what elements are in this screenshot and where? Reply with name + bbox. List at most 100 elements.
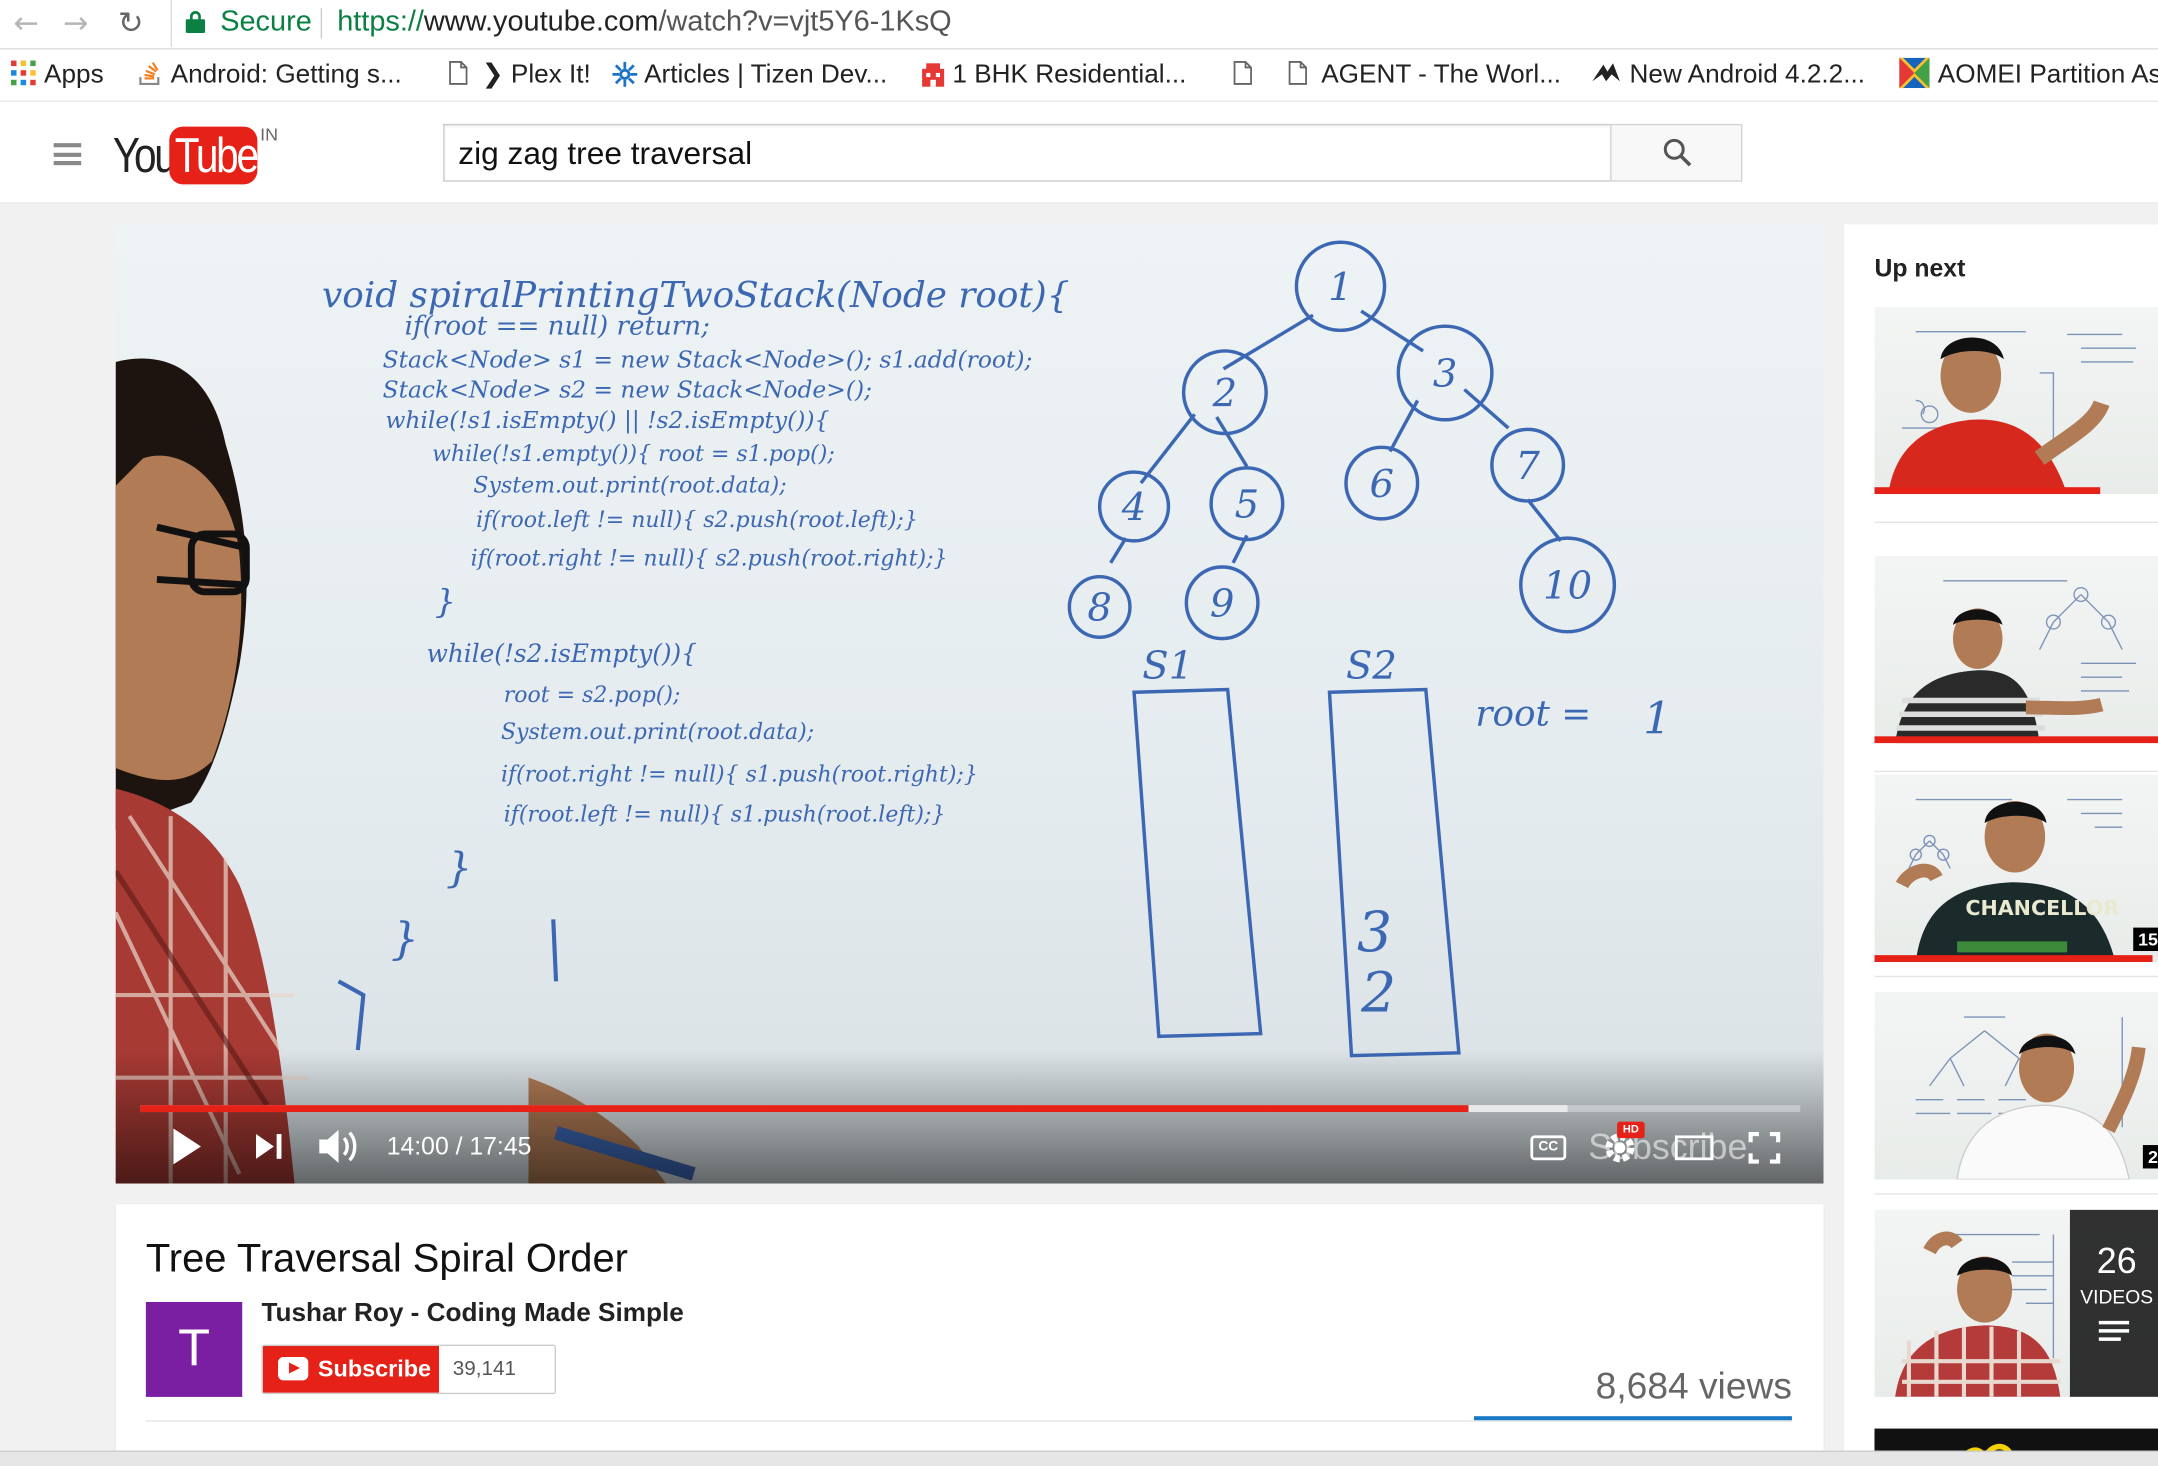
tree-node-label: 8 — [1087, 586, 1112, 631]
address-bar[interactable]: Secure https://www.youtube.com/watch?v=v… — [170, 0, 2158, 47]
up-next-heading: Up next — [1874, 254, 1966, 283]
secure-label: Secure — [220, 5, 312, 38]
info-divider — [145, 1420, 1792, 1422]
stack2-item: 3 — [1357, 900, 1392, 964]
search-input[interactable]: zig zag tree traversal — [443, 123, 1611, 182]
next-button[interactable] — [253, 1122, 286, 1172]
logo-you-text: You — [112, 126, 177, 184]
channel-avatar[interactable]: T — [145, 1301, 243, 1397]
document-icon — [449, 61, 474, 86]
bookmark-android-getting-started[interactable]: Android: Getting s... — [138, 59, 402, 92]
back-arrow-icon[interactable]: ← — [8, 7, 44, 43]
watched-progress — [1874, 955, 2152, 963]
apps-grid-icon — [11, 60, 36, 86]
bookmark-1bhk-residential[interactable]: 1 BHK Residential... — [919, 59, 1186, 92]
subscribe-text: Subscribe — [317, 1355, 432, 1382]
stack1-box — [1132, 687, 1263, 1039]
document-icon — [1233, 61, 1258, 86]
up-next-thumbnail[interactable] — [1874, 306, 2158, 495]
progress-bar[interactable] — [140, 1105, 1801, 1113]
tree-edges — [1109, 309, 1563, 564]
playlist-count: 26 — [2096, 1240, 2137, 1282]
time-display: 14:00 / 17:45 — [386, 1132, 532, 1161]
stack-labels: S1 S2 root = 1 — [1142, 644, 1671, 745]
code-line: while(!s1.empty()){ root = s1.pop(); — [432, 442, 835, 467]
channel-name-link[interactable]: Tushar Roy - Coding Made Simple — [261, 1299, 683, 1329]
bookmark-apps[interactable]: Apps — [11, 59, 104, 92]
bookmark-tizen-articles[interactable]: Articles | Tizen Dev... — [611, 59, 887, 92]
code-line: if(root.left != null){ s2.push(root.left… — [476, 508, 918, 533]
bookmark-plex-it[interactable]: ❯ Plex It! — [449, 59, 591, 92]
played-bar — [140, 1105, 1469, 1113]
aomei-icon — [1897, 55, 1932, 91]
building-icon — [919, 61, 945, 87]
reload-icon[interactable]: ↻ — [113, 7, 149, 43]
url-text[interactable]: https://www.youtube.com/watch?v=vjt5Y6-1… — [337, 6, 951, 39]
presenter-thumbnail: CHANCELLOR — [1895, 800, 2119, 963]
up-next-thumbnail[interactable]: CHANCELLOR 15 — [1874, 774, 2158, 963]
up-next-sidebar: Up next CHANCELLOR 15 2 26 VIDEOS — [1844, 224, 2158, 1466]
browser-toolbar: ← → ↻ Secure https://www.youtube.com/wat… — [0, 0, 2158, 50]
presenter-thumbnail — [1888, 337, 2110, 495]
play-button[interactable] — [171, 1122, 204, 1172]
code-line: } — [435, 581, 456, 620]
forward-arrow-icon[interactable]: → — [58, 7, 94, 43]
row-separator — [1874, 770, 2158, 773]
bird-icon — [1591, 61, 1621, 86]
code-line: while(!s1.isEmpty() || !s2.isEmpty()){ — [385, 406, 829, 435]
up-next-thumbnail[interactable] — [1874, 556, 2158, 744]
address-separator — [320, 8, 323, 39]
code-line: } — [391, 914, 419, 965]
watched-progress — [1874, 487, 2100, 495]
subscribe-button[interactable]: Subscribe 39,141 — [261, 1344, 557, 1395]
code-line: if(root.left != null){ s1.push(root.left… — [504, 803, 946, 828]
up-next-playlist-thumbnail[interactable]: 26 VIDEOS — [1874, 1209, 2158, 1397]
root-label: root = — [1475, 693, 1591, 734]
url-scheme: https:// — [337, 5, 424, 38]
root-value: 1 — [1643, 694, 1671, 745]
bookmark-new-android[interactable]: New Android 4.2.2... — [1591, 59, 1865, 92]
duration-badge: 2 — [2142, 1145, 2158, 1169]
playlist-icon — [2098, 1320, 2130, 1341]
logo-region: IN — [260, 123, 279, 145]
video-info-card: Tree Traversal Spiral Order T Tushar Roy… — [115, 1204, 1824, 1466]
tree-node-labels: 1 2 3 4 5 6 7 8 9 10 — [1087, 265, 1592, 631]
url-path: /watch?v=vjt5Y6-1KsQ — [658, 5, 952, 38]
search-button[interactable] — [1610, 123, 1743, 182]
tizen-icon — [611, 61, 638, 87]
video-player[interactable]: void spiralPrintingTwoStack(Node root){ … — [115, 224, 1824, 1184]
bookmark-label: Android: Getting s... — [170, 60, 402, 90]
play-icon — [173, 1128, 201, 1165]
bookmark-aomei-partition[interactable]: AOMEI Partition As — [1897, 55, 2158, 92]
theater-mode-button[interactable] — [1674, 1135, 1714, 1161]
hd-badge: HD — [1617, 1121, 1645, 1139]
controls-gradient — [115, 1050, 1824, 1184]
view-count: 8,684 views — [1595, 1365, 1792, 1407]
subscriber-count: 39,141 — [452, 1357, 516, 1381]
fullscreen-button[interactable] — [1748, 1131, 1781, 1164]
bookmark-untitled[interactable] — [1233, 59, 1266, 92]
row-separator — [1874, 1193, 2158, 1195]
code-line: System.out.print(root.data); — [501, 720, 814, 745]
stack1-label: S1 — [1142, 644, 1193, 689]
code-line: if(root.right != null){ s1.push(root.rig… — [501, 763, 978, 788]
bookmark-agent[interactable]: AGENT - The Worl... — [1288, 59, 1561, 92]
code-line: while(!s2.isEmpty()){ — [427, 639, 697, 668]
tree-node-label: 6 — [1370, 462, 1395, 507]
lock-icon — [185, 11, 206, 34]
bookmark-label: 1 BHK Residential... — [952, 60, 1187, 90]
bookmark-label: Apps — [44, 60, 104, 90]
stack2-items: 3 2 — [1357, 900, 1396, 1025]
duration-badge: 15 — [2132, 927, 2158, 952]
bookmark-label: AGENT - The Worl... — [1321, 60, 1562, 90]
youtube-header: You Tube IN zig zag tree traversal — [0, 101, 2158, 204]
volume-button[interactable] — [317, 1122, 361, 1172]
code-line: Stack<Node> s1 = new Stack<Node>(); s1.a… — [383, 345, 1033, 373]
subscribe-label: Subscribe — [262, 1346, 440, 1393]
bookmark-label: New Android 4.2.2... — [1629, 60, 1866, 90]
up-next-thumbnail[interactable]: 2 — [1874, 992, 2158, 1180]
bookmark-label: AOMEI Partition As — [1937, 60, 2158, 90]
captions-button[interactable]: CC — [1530, 1135, 1567, 1161]
tree-node-label: 2 — [1212, 371, 1238, 416]
menu-icon[interactable] — [53, 143, 82, 166]
